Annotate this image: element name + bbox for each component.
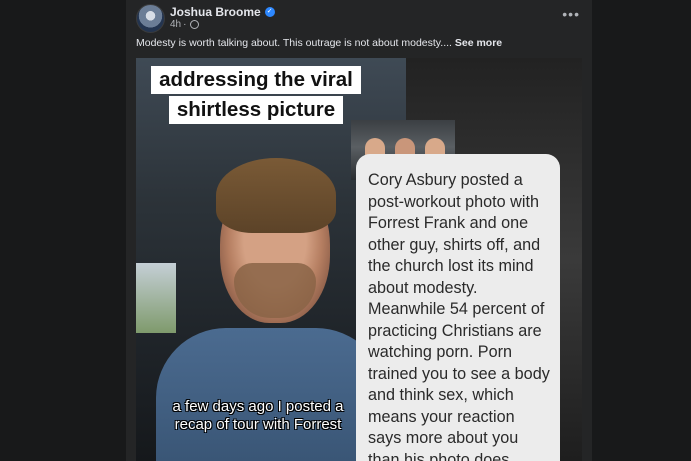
quote-text: Cory Asbury posted a post-workout photo … bbox=[368, 171, 550, 461]
author-name[interactable]: Joshua Broome bbox=[170, 5, 261, 19]
more-options-icon[interactable]: ••• bbox=[562, 6, 580, 22]
post-caption: Modesty is worth talking about. This out… bbox=[136, 37, 582, 49]
meta-separator: · bbox=[183, 19, 187, 30]
video-subtitle: a few days ago I posted a recap of tour … bbox=[148, 398, 368, 434]
man-hair bbox=[216, 158, 336, 233]
man-shirt bbox=[156, 328, 386, 461]
author-row: Joshua Broome ✓ bbox=[170, 5, 275, 19]
car-window bbox=[136, 263, 176, 333]
author-avatar[interactable] bbox=[136, 4, 165, 33]
post-time[interactable]: 4h bbox=[170, 19, 181, 30]
title-line-1: addressing the viral bbox=[151, 66, 361, 94]
image-title-overlay: addressing the viral shirtless picture bbox=[147, 66, 365, 126]
post-image[interactable]: addressing the viral shirtless picture a… bbox=[136, 58, 582, 461]
caption-text: Modesty is worth talking about. This out… bbox=[136, 37, 455, 49]
quote-bubble: Cory Asbury posted a post-workout photo … bbox=[356, 154, 560, 461]
post-meta: 4h · bbox=[170, 19, 200, 30]
subtitle-line-2: recap of tour with Forrest bbox=[174, 416, 342, 433]
see-more-link[interactable]: See more bbox=[455, 37, 502, 49]
post-card: Joshua Broome ✓ 4h · ••• Modesty is wort… bbox=[126, 0, 592, 461]
subtitle-line-1: a few days ago I posted a bbox=[172, 398, 344, 415]
globe-icon bbox=[190, 20, 200, 29]
verified-badge-icon: ✓ bbox=[264, 7, 275, 17]
title-line-2: shirtless picture bbox=[168, 96, 344, 124]
